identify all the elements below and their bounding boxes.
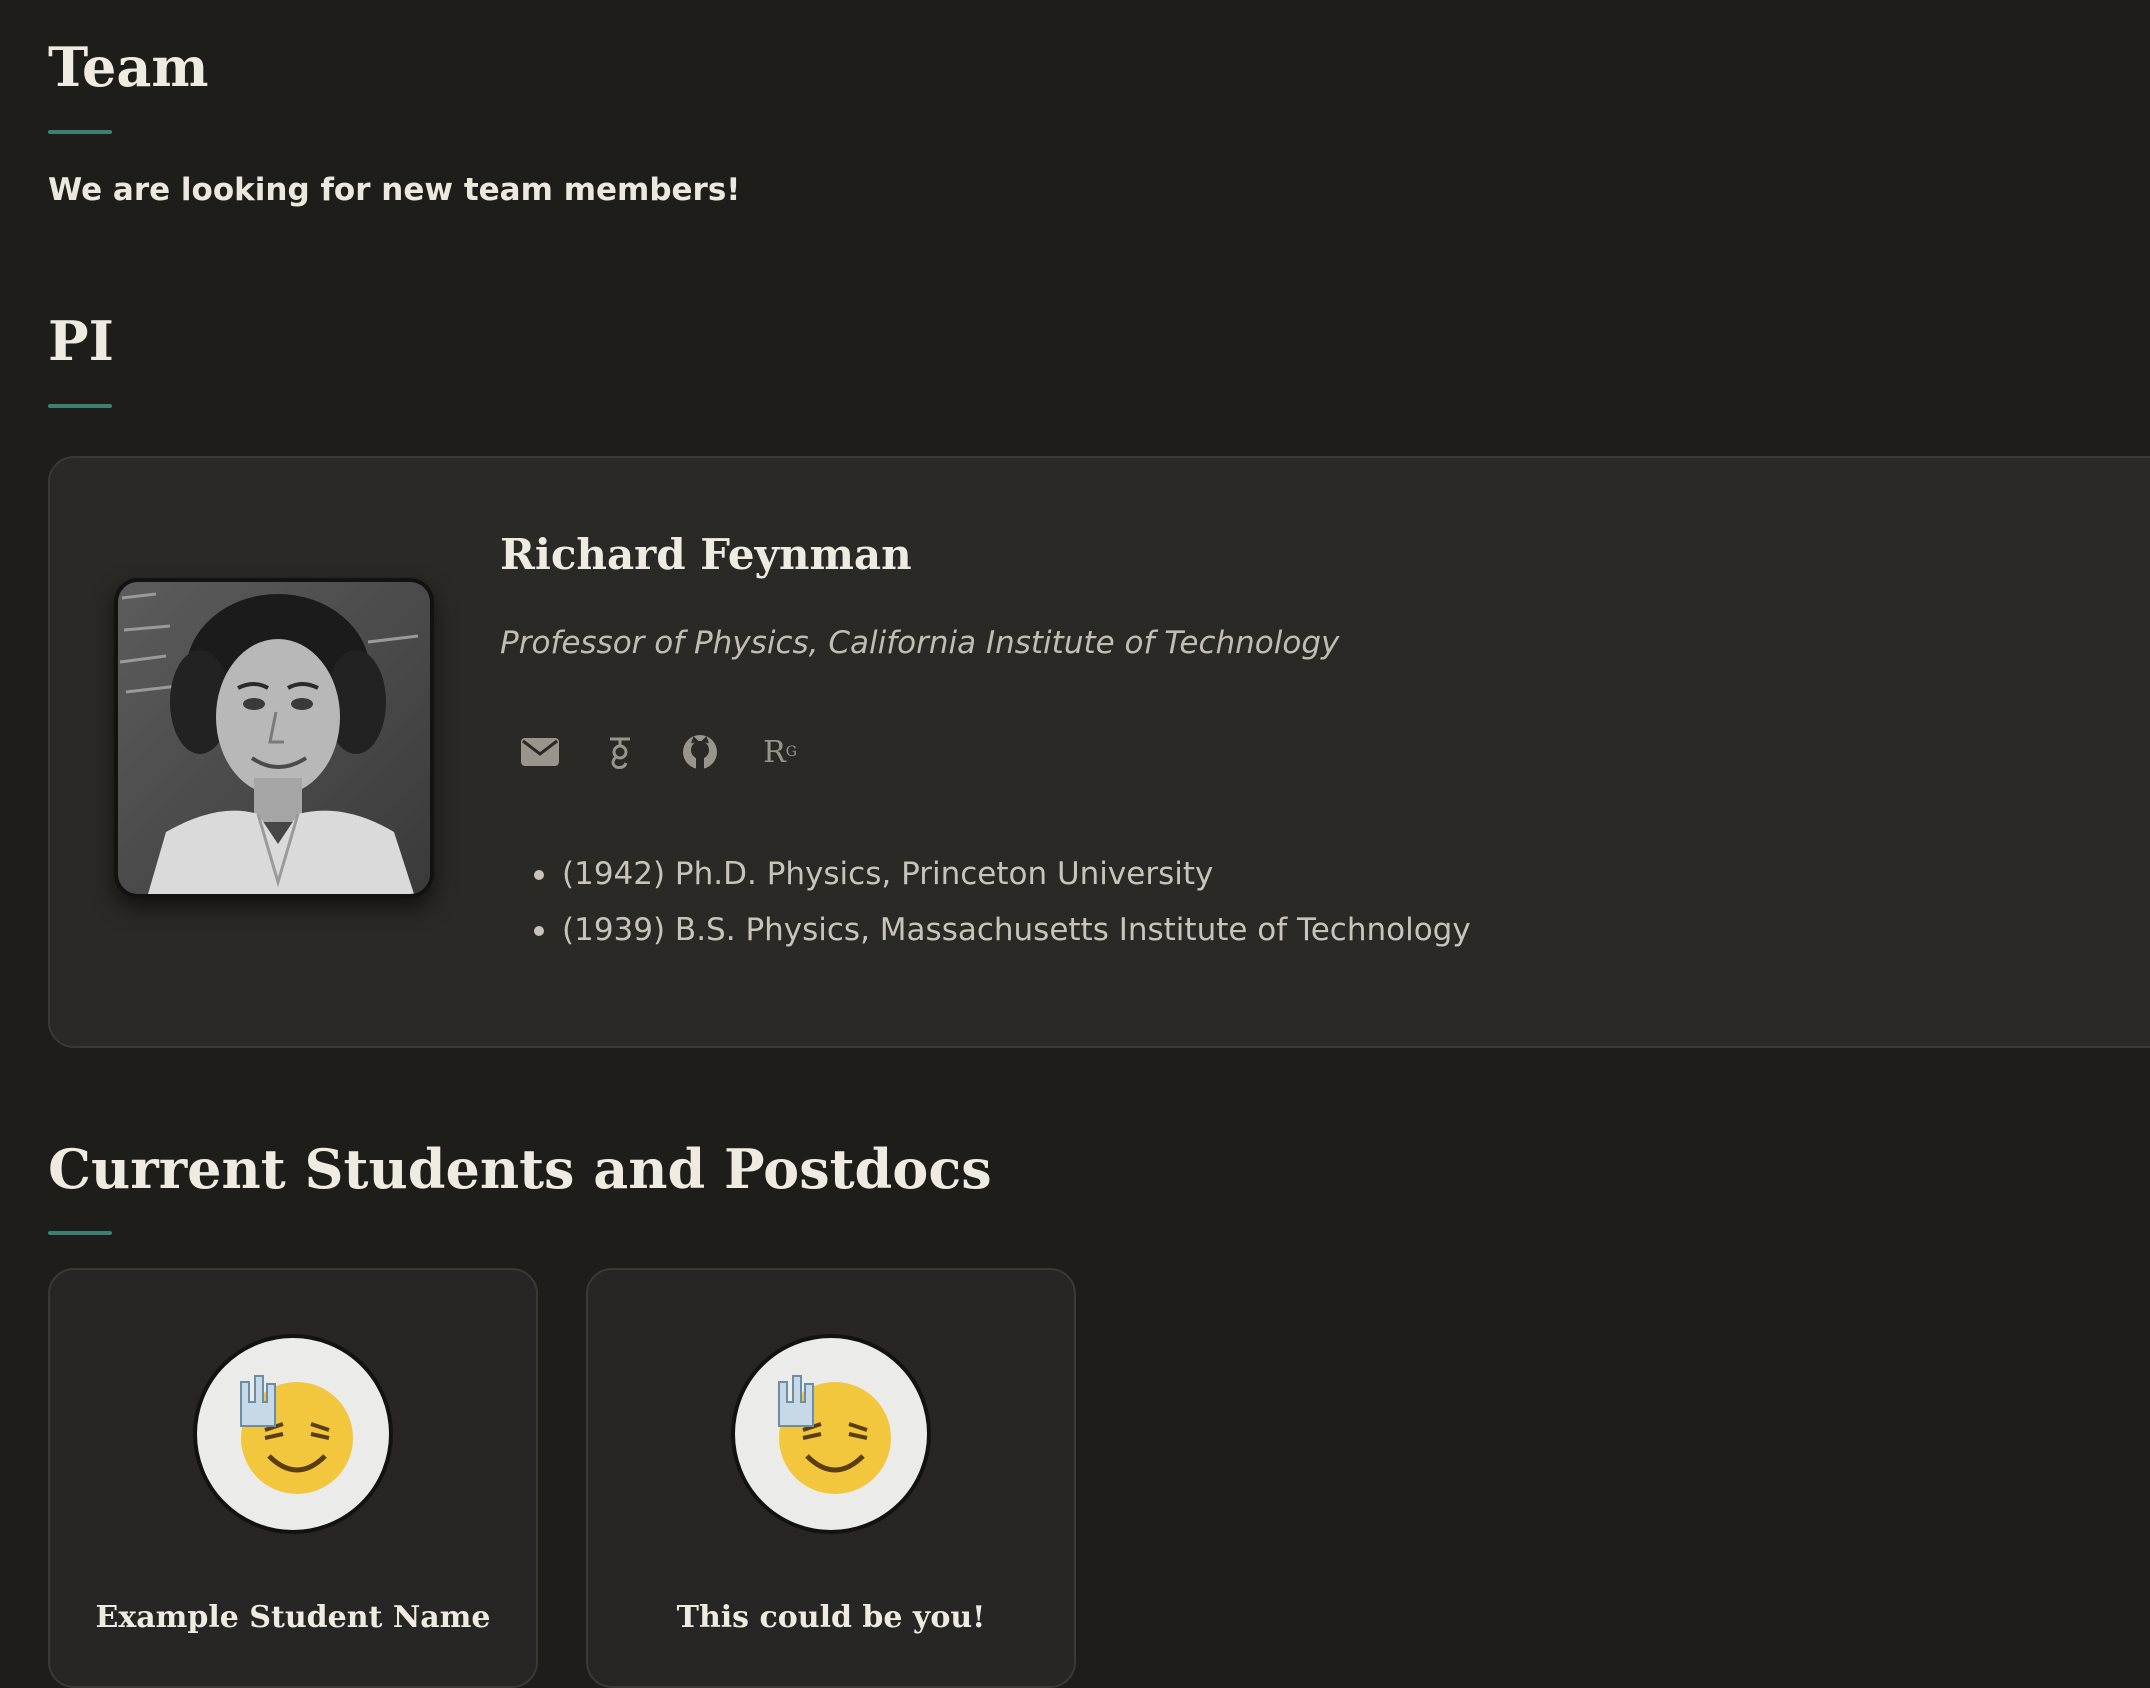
pi-photo bbox=[114, 578, 434, 898]
recruiting-notice: We are looking for new team members! bbox=[48, 172, 741, 208]
team-heading: Team bbox=[48, 35, 209, 99]
pi-name: Richard Feynman bbox=[500, 530, 912, 579]
pi-heading: PI bbox=[48, 309, 114, 373]
github-icon[interactable] bbox=[660, 720, 740, 784]
students-heading: Current Students and Postdocs bbox=[48, 1137, 992, 1201]
pi-card: Richard Feynman Professor of Physics, Ca… bbox=[48, 456, 2150, 1048]
member-card[interactable]: This could be you! bbox=[586, 1268, 1076, 1688]
pi-social-links: RG bbox=[500, 720, 820, 784]
member-card[interactable]: Example Student Name bbox=[48, 1268, 538, 1688]
students-heading-underline bbox=[48, 1231, 112, 1235]
avatar bbox=[193, 1334, 393, 1534]
member-name: Example Student Name bbox=[95, 1600, 491, 1635]
member-name: This could be you! bbox=[676, 1600, 986, 1635]
pi-heading-underline bbox=[48, 404, 112, 408]
email-icon[interactable] bbox=[500, 720, 580, 784]
google-scholar-icon[interactable] bbox=[580, 720, 660, 784]
researchgate-icon[interactable]: RG bbox=[740, 720, 820, 784]
education-item: (1939) B.S. Physics, Massachusetts Insti… bbox=[530, 902, 1471, 958]
avatar bbox=[731, 1334, 931, 1534]
pi-title: Professor of Physics, California Institu… bbox=[500, 625, 1340, 661]
education-item: (1942) Ph.D. Physics, Princeton Universi… bbox=[530, 846, 1471, 902]
pi-education-list: (1942) Ph.D. Physics, Princeton Universi… bbox=[530, 846, 1471, 958]
team-heading-underline bbox=[48, 130, 112, 134]
